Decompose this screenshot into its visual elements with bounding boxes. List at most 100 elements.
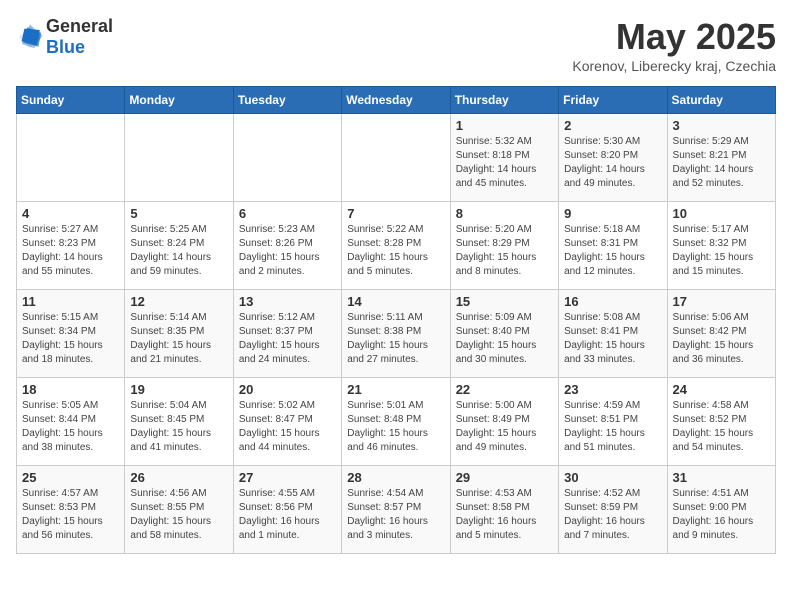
- day-info: Sunrise: 5:06 AM Sunset: 8:42 PM Dayligh…: [673, 311, 770, 367]
- calendar-cell: [342, 114, 450, 202]
- calendar-cell: 1 Sunrise: 5:32 AM Sunset: 8:18 PM Daylig…: [450, 114, 558, 202]
- calendar-cell: 7 Sunrise: 5:22 AM Sunset: 8:28 PM Daylig…: [342, 202, 450, 290]
- day-number: 13: [239, 294, 336, 309]
- title-block: May 2025 Korenov, Liberecky kraj, Czechi…: [572, 16, 776, 74]
- day-info: Sunrise: 5:15 AM Sunset: 8:34 PM Dayligh…: [22, 311, 119, 367]
- day-info: Sunrise: 5:32 AM Sunset: 8:18 PM Dayligh…: [456, 135, 553, 191]
- calendar-cell: [17, 114, 125, 202]
- calendar-week-row: 11 Sunrise: 5:15 AM Sunset: 8:34 PM Dayli…: [17, 290, 776, 378]
- day-info: Sunrise: 5:12 AM Sunset: 8:37 PM Dayligh…: [239, 311, 336, 367]
- calendar-subtitle: Korenov, Liberecky kraj, Czechia: [572, 58, 776, 74]
- day-number: 16: [564, 294, 661, 309]
- calendar-cell: 21Sunrise: 5:01 AM Sunset: 8:48 PM Dayli…: [342, 378, 450, 466]
- weekday-header-friday: Friday: [559, 87, 667, 114]
- calendar-week-row: 4 Sunrise: 5:27 AM Sunset: 8:23 PM Daylig…: [17, 202, 776, 290]
- day-number: 2: [564, 118, 661, 133]
- day-info: Sunrise: 5:09 AM Sunset: 8:40 PM Dayligh…: [456, 311, 553, 367]
- day-info: Sunrise: 4:51 AM Sunset: 9:00 PM Dayligh…: [673, 487, 770, 543]
- calendar-cell: 16Sunrise: 5:08 AM Sunset: 8:41 PM Dayli…: [559, 290, 667, 378]
- page-header: General Blue May 2025 Korenov, Liberecky…: [16, 16, 776, 74]
- day-number: 15: [456, 294, 553, 309]
- calendar-cell: 28Sunrise: 4:54 AM Sunset: 8:57 PM Dayli…: [342, 466, 450, 554]
- calendar-cell: 17 Sunrise: 5:06 AM Sunset: 8:42 PM Dayli…: [667, 290, 775, 378]
- day-number: 22: [456, 382, 553, 397]
- day-info: Sunrise: 5:11 AM Sunset: 8:38 PM Dayligh…: [347, 311, 444, 367]
- calendar-cell: [233, 114, 341, 202]
- calendar-cell: 30Sunrise: 4:52 AM Sunset: 8:59 PM Dayli…: [559, 466, 667, 554]
- calendar-cell: [125, 114, 233, 202]
- logo-icon: [16, 23, 44, 51]
- day-number: 27: [239, 470, 336, 485]
- weekday-header-thursday: Thursday: [450, 87, 558, 114]
- calendar-cell: 22 Sunrise: 5:00 AM Sunset: 8:49 PM Dayli…: [450, 378, 558, 466]
- day-number: 10: [673, 206, 770, 221]
- logo-blue-text: Blue: [46, 37, 85, 57]
- calendar-cell: 31 Sunrise: 4:51 AM Sunset: 9:00 PM Dayli…: [667, 466, 775, 554]
- calendar-cell: 18 Sunrise: 5:05 AM Sunset: 8:44 PM Dayli…: [17, 378, 125, 466]
- calendar-cell: 19Sunrise: 5:04 AM Sunset: 8:45 PM Dayli…: [125, 378, 233, 466]
- day-info: Sunrise: 5:22 AM Sunset: 8:28 PM Dayligh…: [347, 223, 444, 279]
- day-number: 4: [22, 206, 119, 221]
- day-number: 1: [456, 118, 553, 133]
- day-info: Sunrise: 5:29 AM Sunset: 8:21 PM Dayligh…: [673, 135, 770, 191]
- weekday-header-tuesday: Tuesday: [233, 87, 341, 114]
- day-info: Sunrise: 5:18 AM Sunset: 8:31 PM Dayligh…: [564, 223, 661, 279]
- day-number: 8: [456, 206, 553, 221]
- day-info: Sunrise: 5:23 AM Sunset: 8:26 PM Dayligh…: [239, 223, 336, 279]
- day-number: 3: [673, 118, 770, 133]
- day-info: Sunrise: 4:53 AM Sunset: 8:58 PM Dayligh…: [456, 487, 553, 543]
- day-number: 24: [673, 382, 770, 397]
- calendar-cell: 8 Sunrise: 5:20 AM Sunset: 8:29 PM Daylig…: [450, 202, 558, 290]
- day-info: Sunrise: 5:00 AM Sunset: 8:49 PM Dayligh…: [456, 399, 553, 455]
- day-number: 11: [22, 294, 119, 309]
- weekday-header-row: SundayMondayTuesdayWednesdayThursdayFrid…: [17, 87, 776, 114]
- calendar-cell: 15 Sunrise: 5:09 AM Sunset: 8:40 PM Dayli…: [450, 290, 558, 378]
- day-number: 7: [347, 206, 444, 221]
- day-info: Sunrise: 5:20 AM Sunset: 8:29 PM Dayligh…: [456, 223, 553, 279]
- calendar-cell: 3 Sunrise: 5:29 AM Sunset: 8:21 PM Daylig…: [667, 114, 775, 202]
- calendar-cell: 10 Sunrise: 5:17 AM Sunset: 8:32 PM Dayli…: [667, 202, 775, 290]
- day-number: 29: [456, 470, 553, 485]
- logo-general-text: General: [46, 16, 113, 36]
- day-number: 25: [22, 470, 119, 485]
- calendar-title: May 2025: [572, 16, 776, 58]
- weekday-header-sunday: Sunday: [17, 87, 125, 114]
- weekday-header-saturday: Saturday: [667, 87, 775, 114]
- calendar-cell: 29 Sunrise: 4:53 AM Sunset: 8:58 PM Dayli…: [450, 466, 558, 554]
- day-info: Sunrise: 5:25 AM Sunset: 8:24 PM Dayligh…: [130, 223, 227, 279]
- calendar-cell: 4 Sunrise: 5:27 AM Sunset: 8:23 PM Daylig…: [17, 202, 125, 290]
- calendar-cell: 13 Sunrise: 5:12 AM Sunset: 8:37 PM Dayli…: [233, 290, 341, 378]
- day-info: Sunrise: 5:17 AM Sunset: 8:32 PM Dayligh…: [673, 223, 770, 279]
- day-info: Sunrise: 4:57 AM Sunset: 8:53 PM Dayligh…: [22, 487, 119, 543]
- calendar-cell: 14Sunrise: 5:11 AM Sunset: 8:38 PM Dayli…: [342, 290, 450, 378]
- calendar-table: SundayMondayTuesdayWednesdayThursdayFrid…: [16, 86, 776, 554]
- calendar-cell: 25 Sunrise: 4:57 AM Sunset: 8:53 PM Dayli…: [17, 466, 125, 554]
- calendar-cell: 26 Sunrise: 4:56 AM Sunset: 8:55 PM Dayli…: [125, 466, 233, 554]
- calendar-cell: 20Sunrise: 5:02 AM Sunset: 8:47 PM Dayli…: [233, 378, 341, 466]
- day-number: 26: [130, 470, 227, 485]
- calendar-week-row: 18 Sunrise: 5:05 AM Sunset: 8:44 PM Dayli…: [17, 378, 776, 466]
- day-info: Sunrise: 4:54 AM Sunset: 8:57 PM Dayligh…: [347, 487, 444, 543]
- day-info: Sunrise: 5:05 AM Sunset: 8:44 PM Dayligh…: [22, 399, 119, 455]
- calendar-cell: 9 Sunrise: 5:18 AM Sunset: 8:31 PM Daylig…: [559, 202, 667, 290]
- day-number: 5: [130, 206, 227, 221]
- day-info: Sunrise: 5:27 AM Sunset: 8:23 PM Dayligh…: [22, 223, 119, 279]
- day-number: 17: [673, 294, 770, 309]
- day-number: 12: [130, 294, 227, 309]
- day-number: 9: [564, 206, 661, 221]
- day-info: Sunrise: 4:55 AM Sunset: 8:56 PM Dayligh…: [239, 487, 336, 543]
- calendar-cell: 23Sunrise: 4:59 AM Sunset: 8:51 PM Dayli…: [559, 378, 667, 466]
- calendar-cell: 2 Sunrise: 5:30 AM Sunset: 8:20 PM Daylig…: [559, 114, 667, 202]
- day-info: Sunrise: 4:56 AM Sunset: 8:55 PM Dayligh…: [130, 487, 227, 543]
- day-info: Sunrise: 5:02 AM Sunset: 8:47 PM Dayligh…: [239, 399, 336, 455]
- calendar-cell: 6 Sunrise: 5:23 AM Sunset: 8:26 PM Daylig…: [233, 202, 341, 290]
- day-number: 18: [22, 382, 119, 397]
- day-number: 31: [673, 470, 770, 485]
- day-number: 21: [347, 382, 444, 397]
- day-number: 6: [239, 206, 336, 221]
- calendar-cell: 24Sunrise: 4:58 AM Sunset: 8:52 PM Dayli…: [667, 378, 775, 466]
- day-info: Sunrise: 4:52 AM Sunset: 8:59 PM Dayligh…: [564, 487, 661, 543]
- calendar-cell: 5 Sunrise: 5:25 AM Sunset: 8:24 PM Daylig…: [125, 202, 233, 290]
- weekday-header-monday: Monday: [125, 87, 233, 114]
- day-info: Sunrise: 5:30 AM Sunset: 8:20 PM Dayligh…: [564, 135, 661, 191]
